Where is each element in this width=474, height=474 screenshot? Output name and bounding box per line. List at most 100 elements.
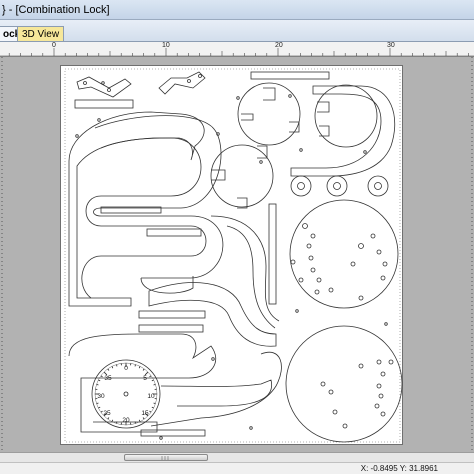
- drill-hole: [358, 295, 364, 301]
- drill-hole: [376, 359, 382, 365]
- dial-tick: [149, 375, 152, 378]
- drill-hole: [328, 389, 334, 395]
- drill-hole: [310, 233, 316, 239]
- serpentine-arm-2: [148, 282, 277, 347]
- serpentine-track-outer: [93, 115, 224, 279]
- drill-hole: [298, 277, 304, 283]
- drill-hole: [358, 243, 364, 249]
- dial-housing-arm: [68, 333, 217, 433]
- drill-hole: [320, 381, 326, 387]
- hook-shackle: [290, 85, 395, 177]
- drill-hole: [290, 259, 296, 265]
- linkage-hole: [187, 79, 191, 83]
- dial-number-30: 30: [97, 393, 105, 400]
- drill-hole: [388, 359, 394, 365]
- ruler-label-30: 30: [387, 42, 395, 49]
- horizontal-scrollbar[interactable]: [0, 452, 474, 462]
- dial-number-20: 20: [122, 417, 130, 424]
- dial-number-35: 35: [104, 375, 112, 382]
- slot-bar-5: [138, 324, 204, 333]
- dial-tick: [151, 406, 154, 409]
- dial-tick: [100, 410, 103, 413]
- dial-tick: [107, 417, 110, 420]
- drill-hole: [370, 233, 376, 239]
- cam-notch-5: [319, 125, 330, 137]
- horizontal-ruler: 0 10 20 30: [0, 42, 474, 57]
- lower-serpentine: [160, 379, 273, 407]
- drill-hole: [302, 223, 308, 229]
- dial-tick: [98, 379, 101, 382]
- design-canvas[interactable]: 0 5 10 15 20 25 30 35: [0, 57, 474, 452]
- dial-number-5: 5: [143, 375, 147, 382]
- ruler-label-10: 10: [162, 42, 170, 49]
- washer-1: [290, 175, 312, 197]
- drill-hole: [314, 289, 320, 295]
- dial-number-15: 15: [141, 410, 149, 417]
- dial-tick: [111, 366, 114, 369]
- drill-hole: [342, 423, 348, 429]
- large-disc-1: [289, 199, 399, 309]
- vertical-bar: [268, 203, 277, 305]
- dial-center-hole: [123, 391, 129, 397]
- cam-notch-4: [317, 101, 330, 113]
- dial-tick: [107, 368, 110, 371]
- linkage-hole: [107, 88, 111, 92]
- dial-tick: [96, 402, 99, 404]
- slot-bar-bottom: [140, 429, 206, 437]
- linkage-hole: [198, 74, 202, 78]
- view-tab-bar: ock 3D View: [0, 20, 474, 42]
- disc-1-holes: [290, 223, 388, 301]
- tab-3d-view[interactable]: 3D View: [17, 26, 65, 41]
- drill-hole: [374, 403, 380, 409]
- lower-serpentine-outer: [150, 351, 282, 427]
- drill-hole: [310, 267, 316, 273]
- slot-bar-3: [146, 228, 202, 237]
- ruler-ticks: [0, 48, 474, 57]
- cam-notch-2: [263, 87, 276, 101]
- washer-2: [326, 175, 348, 197]
- dial-number-10: 10: [147, 393, 155, 400]
- slot-bar-top-right: [250, 71, 330, 80]
- drill-hole: [332, 409, 338, 415]
- drill-hole: [328, 287, 334, 293]
- serpentine-arm-2-inner: [226, 225, 276, 329]
- disc-2-holes: [320, 359, 394, 429]
- window-title: } - [Combination Lock]: [2, 4, 110, 16]
- drill-hole: [306, 243, 312, 249]
- linkage-piece-1: [76, 76, 132, 98]
- ruler-label-20: 20: [275, 42, 283, 49]
- dial-tick: [142, 417, 145, 420]
- status-bar: X: -0.8495 Y: 31.8961: [0, 462, 474, 474]
- drill-hole: [358, 363, 364, 369]
- cut-paths[interactable]: 0 5 10 15 20 25 30 35: [61, 66, 404, 446]
- drill-hole: [380, 275, 386, 281]
- drill-hole: [380, 371, 386, 377]
- dial-number-25: 25: [103, 410, 111, 417]
- cursor-coordinates: X: -0.8495 Y: 31.8961: [360, 464, 438, 473]
- dial-tick: [149, 410, 152, 413]
- slot-bar-4: [138, 310, 206, 319]
- dial-tick: [134, 364, 136, 367]
- dial-tick: [142, 368, 145, 371]
- dial-tick: [138, 366, 141, 369]
- ruler-label-0: 0: [52, 42, 56, 49]
- serpentine-hook: [140, 276, 194, 294]
- linkage-hole: [83, 81, 87, 85]
- linkage-piece-2: [158, 71, 206, 95]
- dial-tick: [100, 375, 103, 378]
- window-title-bar: } - [Combination Lock]: [0, 0, 474, 20]
- drill-hole: [376, 249, 382, 255]
- dial-tick: [153, 402, 156, 404]
- cam-notch-1: [241, 113, 254, 121]
- dial-tick: [111, 419, 114, 422]
- drill-hole: [382, 261, 388, 267]
- drill-hole: [380, 411, 386, 417]
- drill-hole: [308, 255, 314, 261]
- dial-number-0: 0: [124, 365, 128, 372]
- material-sheet[interactable]: 0 5 10 15 20 25 30 35: [60, 65, 403, 445]
- dial-tick: [96, 384, 99, 386]
- drill-hole: [350, 261, 356, 267]
- drill-hole: [376, 383, 382, 389]
- drill-hole: [378, 393, 384, 399]
- dial-tick: [151, 379, 154, 382]
